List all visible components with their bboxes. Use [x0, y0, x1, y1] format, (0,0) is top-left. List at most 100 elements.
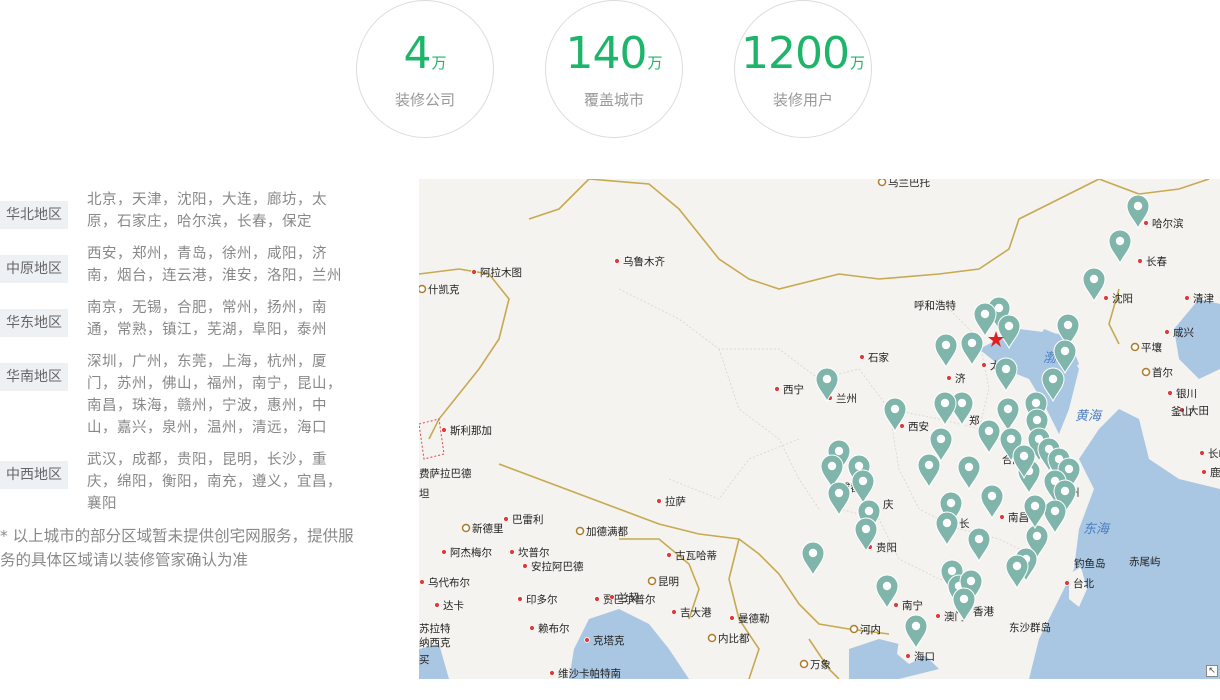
city-label: 海口: [914, 650, 935, 663]
city-dot: [905, 653, 911, 659]
stat-label: 装修用户: [772, 91, 833, 109]
city-dot: [935, 613, 941, 619]
city-label: 香港: [973, 606, 994, 618]
pin-hole: [1064, 464, 1074, 474]
pin-hole: [1006, 434, 1016, 444]
city-dot: [1184, 295, 1190, 301]
city-label: 纳西克: [419, 636, 451, 649]
city-label: 万象: [810, 659, 831, 671]
city-label: 加德满都: [586, 525, 628, 538]
city-label: 西宁: [783, 383, 804, 396]
city-label: 兰契: [618, 591, 639, 604]
city-label: 沈阳: [1112, 292, 1133, 305]
city-label: 内比都: [718, 632, 750, 645]
city-label: 济: [955, 372, 966, 385]
pin-hole: [882, 581, 892, 591]
city-label: 印多尔: [526, 593, 558, 606]
map-canvas: 乌兰巴托哈尔滨乌鲁木齐阿拉木图什凯克长春沈阳清津呼和浩特咸兴平壤首尔银川石家太原…: [419, 179, 1220, 679]
city-dot: [999, 514, 1005, 520]
pin-hole: [947, 566, 957, 576]
city-dot: [946, 375, 952, 381]
city-label: 釜山: [1171, 405, 1192, 418]
pin-hole: [864, 506, 874, 516]
pin-hole: [1019, 451, 1029, 461]
city-label: 巴雷利: [512, 514, 544, 526]
city-dot: [614, 258, 620, 264]
city-label: 清津: [1193, 292, 1215, 305]
city-label: 拉萨: [665, 495, 686, 508]
pin-hole: [942, 518, 952, 528]
pin-hole: [966, 576, 976, 586]
city-label: 首尔: [1152, 366, 1173, 379]
region-cities: 西安，郑州，青岛，徐州，咸阳，济南，烟台，连云港，淮安，洛阳，兰州: [87, 246, 342, 284]
region-tag: 中原地区: [0, 255, 68, 283]
region-cities: 南京，无锡，合肥，常州，扬州，南通，常熟，镇江，芜湖，阜阳，泰州: [87, 300, 327, 338]
pin-hole: [941, 340, 951, 350]
city-dot: [1141, 367, 1151, 377]
city-dot: [594, 596, 600, 602]
city-label: 兰州: [836, 392, 857, 405]
city-dot: [899, 423, 905, 429]
city-label: 斯利那加: [450, 424, 492, 437]
city-dot: [1064, 580, 1070, 586]
city-label: 长: [959, 518, 970, 530]
city-label: 坎普尔: [518, 546, 550, 559]
city-label: 石家: [868, 351, 889, 364]
pin-hole: [827, 461, 837, 471]
pin-hole: [959, 594, 969, 604]
city-label: 吉大港: [680, 606, 712, 619]
pin-hole: [1050, 506, 1060, 516]
pin-hole: [936, 434, 946, 444]
city-dot: [1130, 342, 1140, 352]
city-dot: [522, 563, 528, 569]
city-dot: [471, 269, 477, 275]
pin-hole: [890, 404, 900, 414]
city-label: 咸兴: [1173, 327, 1194, 339]
city-label: 费萨拉巴德: [419, 467, 472, 480]
city-dot: [549, 670, 555, 676]
city-dot: [609, 594, 615, 600]
expand-map-icon[interactable]: ↖: [1206, 665, 1218, 677]
city-label: 平壤: [1141, 341, 1163, 354]
city-label: 鹿儿: [1210, 466, 1220, 479]
city-dot: [1167, 390, 1173, 396]
stat-number: 140: [565, 28, 648, 79]
city-dot: [799, 659, 809, 669]
pin-hole: [834, 488, 844, 498]
pin-hole: [1060, 486, 1070, 496]
pin-hole: [1133, 201, 1143, 211]
pin-hole: [987, 491, 997, 501]
city-label: 西安: [908, 420, 929, 433]
city-label: 呼和浩特: [914, 300, 956, 312]
city-dot: [666, 552, 672, 558]
city-label: 阿杰梅尔: [450, 546, 492, 559]
coverage-map[interactable]: 乌兰巴托哈尔滨乌鲁木齐阿拉木图什凯克长春沈阳清津呼和浩特咸兴平壤首尔银川石家太原…: [419, 179, 1220, 679]
city-dot: [419, 579, 425, 585]
pin-hole: [984, 426, 994, 436]
stat-users: 1200万 装修用户: [734, 0, 872, 138]
pin-hole: [967, 338, 977, 348]
stat-label: 装修公司: [394, 91, 455, 109]
city-label: 古瓦哈蒂: [675, 549, 717, 562]
pin-hole: [911, 621, 921, 631]
pin-hole: [1115, 236, 1125, 246]
city-label: 维沙卡帕特南: [558, 667, 621, 679]
city-label: 苏拉特: [419, 622, 451, 635]
city-dot: [1143, 220, 1149, 226]
stat-label: 覆盖城市: [583, 91, 644, 109]
region-cities: 北京，天津，沈阳，大连，廊坊，太原，石家庄，哈尔滨，长春，保定: [87, 192, 327, 230]
city-label: 钓鱼岛: [1074, 557, 1106, 570]
city-dot: [584, 637, 590, 643]
city-dot: [441, 427, 447, 433]
city-label: 乌代布尔: [428, 576, 470, 589]
city-label: 克塔克: [593, 634, 625, 647]
pin-hole: [1004, 321, 1014, 331]
pin-hole: [980, 309, 990, 319]
pin-hole: [1012, 561, 1022, 571]
city-label: 长春: [1146, 256, 1168, 268]
pin-hole: [924, 460, 934, 470]
city-label: 河内: [860, 623, 881, 636]
pin-hole: [964, 462, 974, 472]
city-dot: [877, 179, 887, 187]
city-dot: [529, 625, 535, 631]
